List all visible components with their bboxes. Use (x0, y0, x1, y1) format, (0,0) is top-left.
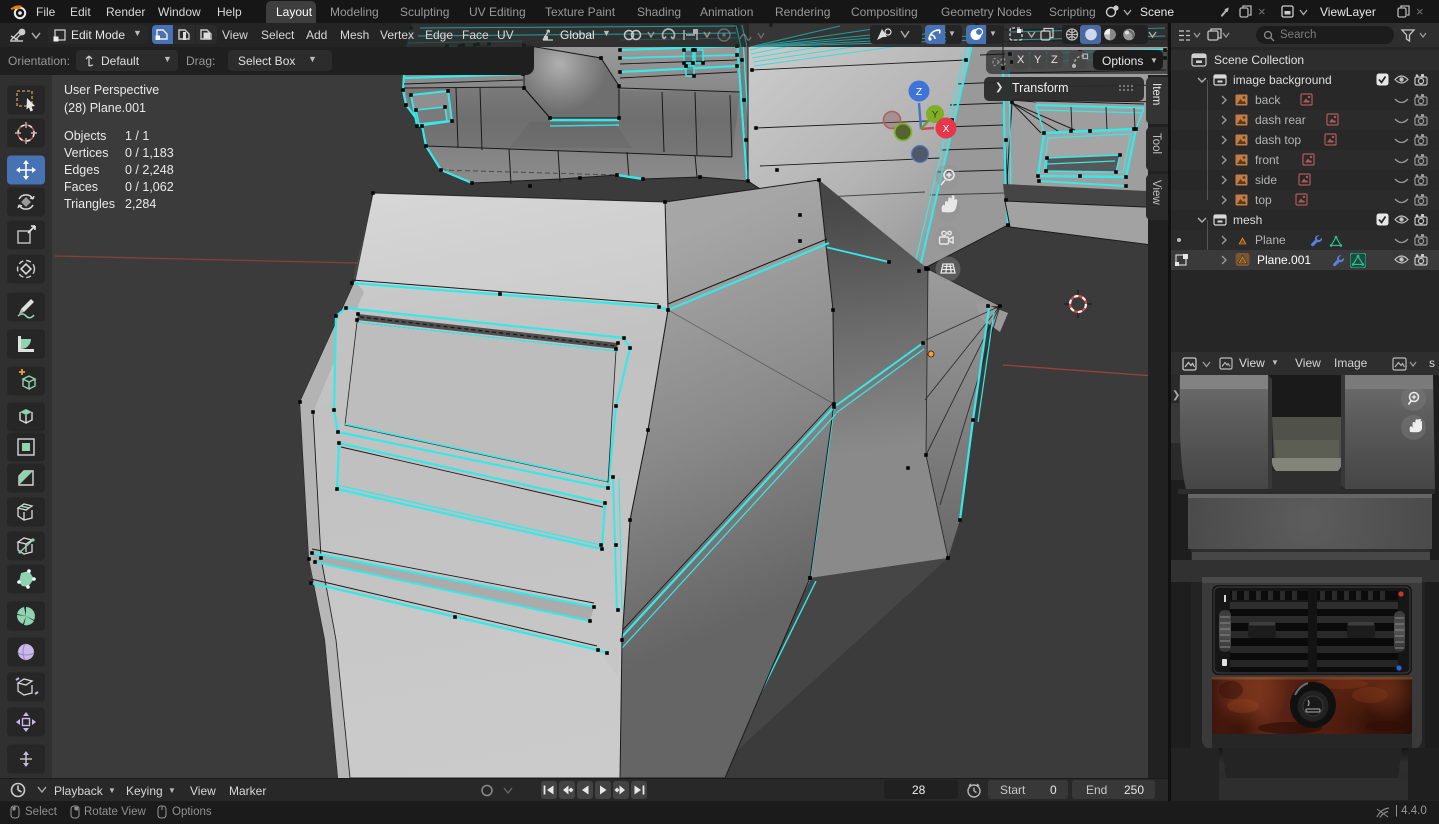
svg-text:(28) Plane.001: (28) Plane.001 (64, 101, 146, 115)
svg-text:User Perspective: User Perspective (64, 83, 159, 97)
svg-text:Triangles: Triangles (64, 197, 115, 211)
svg-text:Z: Z (916, 86, 923, 98)
svg-text:X: X (942, 123, 949, 135)
svg-text:Vertices: Vertices (64, 146, 108, 160)
svg-text:1 / 1: 1 / 1 (125, 129, 149, 143)
svg-text:2,284: 2,284 (125, 197, 156, 211)
svg-text:0 / 1,183: 0 / 1,183 (125, 146, 174, 160)
svg-text:Objects: Objects (64, 129, 106, 143)
svg-text:0 / 2,248: 0 / 2,248 (125, 163, 174, 177)
svg-text:0 / 1,062: 0 / 1,062 (125, 180, 174, 194)
svg-text:Y: Y (932, 110, 939, 121)
svg-text:Edges: Edges (64, 163, 99, 177)
svg-text:Faces: Faces (64, 180, 98, 194)
